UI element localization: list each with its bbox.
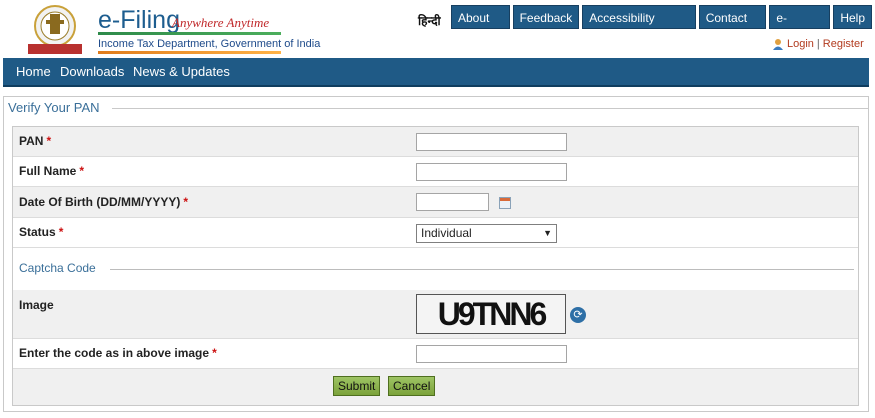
register-link[interactable]: Register — [823, 38, 864, 50]
login-separator: | — [816, 38, 820, 50]
main-nav: Home Downloads News & Updates — [3, 58, 869, 87]
captcha-code-input[interactable] — [416, 345, 567, 363]
panel-title-divider — [112, 108, 868, 109]
site-header: e-Filing Anywhere Anytime Income Tax Dep… — [0, 0, 875, 58]
department-name: Income Tax Department, Government of Ind… — [98, 38, 321, 50]
top-nav-help[interactable]: Help — [833, 5, 873, 29]
verify-pan-form: PAN * Full Name * Date Of Birth (DD/MM/YYY… — [12, 126, 859, 406]
status-label: Status * — [19, 225, 64, 239]
nav-news-updates[interactable]: News & Updates — [133, 64, 230, 79]
status-select[interactable]: Individual ▼ — [416, 224, 557, 243]
pan-input[interactable] — [416, 133, 567, 151]
status-selected-value: Individual — [421, 226, 472, 240]
dob-input[interactable] — [416, 193, 489, 211]
top-nav-feedback[interactable]: Feedback — [512, 5, 580, 29]
user-icon — [772, 38, 784, 50]
login-link[interactable]: Login — [787, 38, 814, 50]
status-row: Status * Individual ▼ — [13, 218, 858, 248]
form-actions-row: Submit Cancel — [13, 369, 858, 405]
captcha-image-label: Image — [19, 298, 54, 312]
page-title: Verify Your PAN — [8, 100, 100, 115]
logo-tagline: Anywhere Anytime — [172, 15, 270, 30]
cancel-button[interactable]: Cancel — [388, 376, 436, 396]
captcha-input-row: Enter the code as in above image * — [13, 339, 858, 369]
captcha-section-title: Captcha Code — [19, 261, 96, 275]
top-nav-accessibility[interactable]: Accessibility Options — [582, 5, 696, 49]
login-register: Login | Register — [772, 38, 864, 50]
dob-label: Date Of Birth (DD/MM/YYYY) * — [19, 195, 189, 209]
top-nav-contact-us[interactable]: Contact Us — [698, 5, 767, 49]
top-nav-e-nivaran[interactable]: e-Nivaran — [769, 5, 831, 49]
full-name-input[interactable] — [416, 163, 567, 181]
captcha-section-divider — [110, 269, 854, 270]
pan-label: PAN * — [19, 134, 52, 148]
nav-home[interactable]: Home — [16, 64, 51, 79]
captcha-image-row: Image U9TNN6 ⟳ — [13, 290, 858, 339]
full-name-row: Full Name * — [13, 157, 858, 187]
captcha-section-header: Captcha Code — [13, 248, 858, 290]
nav-downloads[interactable]: Downloads — [60, 64, 124, 79]
logo-divider-orange — [98, 51, 281, 54]
logo-title: e-Filing — [98, 6, 180, 34]
captcha-code-label: Enter the code as in above image * — [19, 346, 217, 360]
emblem-icon — [24, 4, 86, 56]
refresh-icon[interactable]: ⟳ — [570, 307, 586, 323]
dob-row: Date Of Birth (DD/MM/YYYY) * — [13, 187, 858, 218]
logo-divider-green — [98, 32, 281, 35]
top-nav: About Us Feedback Accessibility Options … — [451, 5, 875, 49]
calendar-icon[interactable] — [499, 197, 511, 209]
chevron-down-icon: ▼ — [543, 228, 552, 238]
pan-row: PAN * — [13, 127, 858, 157]
hindi-language-link[interactable]: हिन्दी — [418, 12, 441, 29]
submit-button[interactable]: Submit — [333, 376, 381, 396]
captcha-image: U9TNN6 — [416, 294, 566, 334]
top-nav-about-us[interactable]: About Us — [451, 5, 510, 49]
full-name-label: Full Name * — [19, 164, 85, 178]
